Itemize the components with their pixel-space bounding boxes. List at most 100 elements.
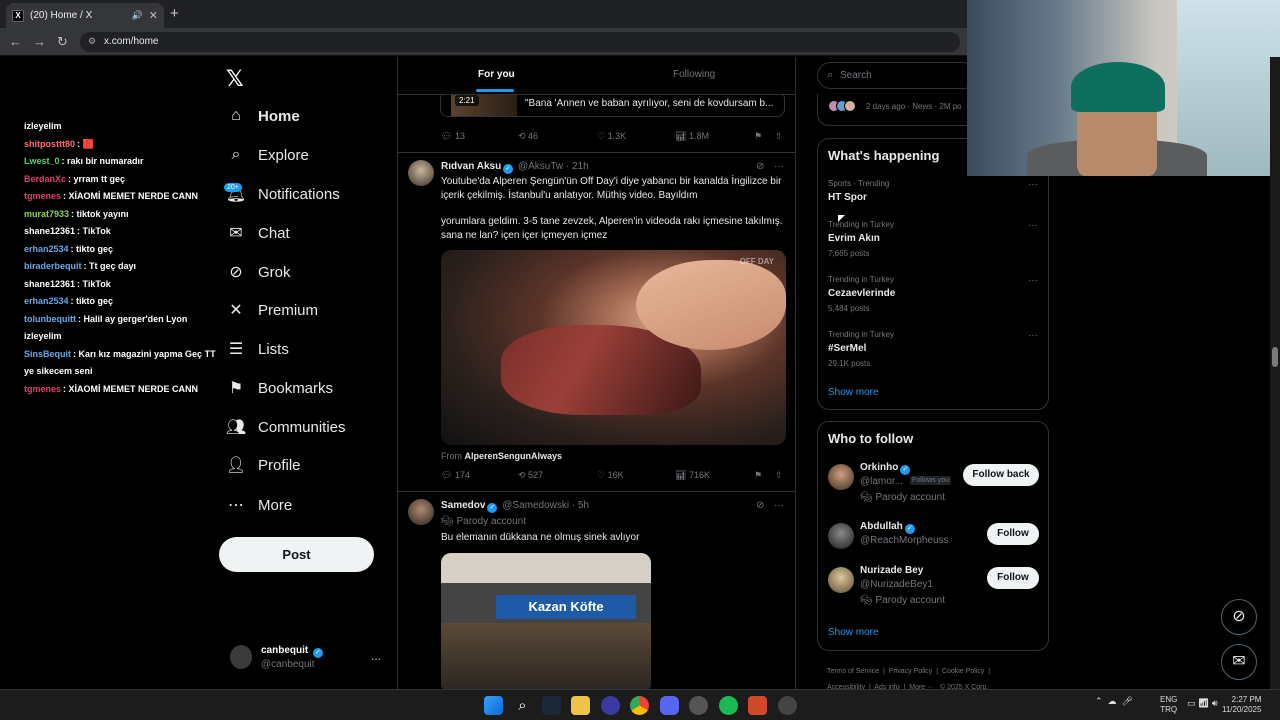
follow-suggestion[interactable]: Orkinho ✓ @lamor... Follows you 🎭︎ Parody… — [828, 462, 1043, 504]
views-button[interactable]: 📊︎ 1.8M — [675, 131, 709, 142]
nav-chat[interactable]: ✉ Chat — [226, 218, 289, 248]
language-indicator[interactable]: ENG TRQ — [1160, 695, 1177, 715]
speaker-icon[interactable]: 🔊 — [132, 10, 143, 21]
trend-item[interactable]: Trending in Turkey #SerMel 29.1K posts ·… — [828, 330, 1043, 374]
post-button[interactable]: Post — [219, 537, 374, 572]
follow-back-button[interactable]: Follow back — [963, 464, 1039, 486]
discord-icon[interactable] — [660, 696, 679, 715]
trend-more-icon[interactable]: ··· — [1028, 330, 1038, 341]
cookie-link[interactable]: Cookie Policy — [942, 668, 984, 675]
browser-tab[interactable]: X (20) Home / X 🔊 ✕ — [6, 3, 164, 28]
tray-icons[interactable]: ▭ 📶︎ 🔊︎ — [1187, 698, 1218, 709]
messages-float-button[interactable]: ✉ — [1221, 644, 1257, 680]
clock[interactable]: 2:27 PM 11/20/2025 — [1222, 695, 1261, 715]
reload-icon[interactable]: ↻ — [57, 34, 68, 50]
terms-link[interactable]: Terms of Service — [827, 668, 879, 675]
site-info-icon[interactable]: ⚙ — [88, 36, 96, 47]
trend-item[interactable]: Trending in Turkey Evrim Akın 7,665 post… — [828, 220, 1043, 264]
repost-button[interactable]: ⟲ 46 — [518, 131, 538, 142]
account-more-icon[interactable]: ... — [371, 649, 381, 663]
tweet-more-icon[interactable]: ··· — [774, 500, 784, 511]
search-icon[interactable]: ⌕ — [513, 696, 532, 715]
repost-button[interactable]: ⟲ 527 — [518, 470, 543, 481]
x-logo-icon[interactable]: 𝕏 — [226, 66, 244, 92]
tweet-image[interactable]: Kazan Köfte — [441, 553, 651, 689]
trend-more-icon[interactable]: ··· — [1028, 275, 1038, 286]
tweet-time[interactable]: · 5h — [572, 500, 589, 511]
video-source[interactable]: From AlperenSengunAlways — [441, 451, 562, 461]
obs-icon[interactable] — [748, 696, 767, 715]
new-tab-button[interactable]: + — [170, 5, 179, 22]
trend-item[interactable]: Sports · Trending HT Spor ··· — [828, 179, 1043, 223]
nav-more[interactable]: ⋯ More — [226, 490, 292, 520]
author-handle[interactable]: @Samedowski — [502, 500, 569, 511]
reply-button[interactable]: 💬︎ 13 — [441, 131, 465, 142]
grok-float-button[interactable]: ⊘ — [1221, 599, 1257, 635]
like-button[interactable]: ♡ 16K — [597, 470, 624, 481]
windows-start-icon[interactable] — [484, 696, 503, 715]
avatar[interactable] — [408, 160, 434, 186]
share-icon[interactable]: ⇧ — [775, 131, 783, 142]
privacy-link[interactable]: Privacy Policy — [889, 668, 933, 675]
show-more-link[interactable]: Show more — [828, 627, 879, 638]
trend-item[interactable]: Trending in Turkey Cezaevlerinde 5,484 p… — [828, 275, 1043, 319]
folder-icon[interactable] — [571, 696, 590, 715]
spotify-icon[interactable] — [719, 696, 738, 715]
url-text: x.com/home — [104, 36, 159, 47]
author-name[interactable]: Rıdvan Aksu — [441, 161, 501, 172]
follow-button[interactable]: Follow — [987, 567, 1039, 589]
system-tray[interactable]: ⌃ ☁ 🎤︎ — [1095, 696, 1133, 707]
share-icon[interactable]: ⇧ — [775, 470, 783, 481]
grok-icon[interactable]: ⊘ — [756, 500, 764, 511]
reply-button[interactable]: 💬︎ 174 — [441, 470, 470, 481]
nav-profile[interactable]: 👤︎ Profile — [226, 450, 301, 480]
chat-message: murat7933: tiktok yayını — [24, 206, 224, 224]
tweet-more-icon[interactable]: ··· — [774, 161, 784, 172]
tweet-text: yorumlara geldim. 3-5 tane zevzek, Alper… — [441, 216, 783, 241]
tweet-time[interactable]: · 21h — [566, 161, 589, 172]
nav-home[interactable]: ⌂ Home — [226, 101, 300, 131]
steam-icon[interactable] — [542, 696, 561, 715]
bookmark-icon[interactable]: ⚑ — [754, 131, 762, 142]
nav-grok[interactable]: ⊘ Grok — [226, 257, 290, 287]
follow-button[interactable]: Follow — [987, 523, 1039, 545]
follow-suggestion[interactable]: Abdullah ✓ @ReachMorpheuss Follow — [828, 521, 1043, 563]
nav-lists[interactable]: ☰ Lists — [226, 334, 289, 364]
bookmark-icon[interactable]: ⚑ — [754, 470, 762, 481]
author-handle[interactable]: @AksuTw — [518, 161, 563, 172]
forward-arrow-icon[interactable]: → — [33, 34, 46, 49]
nav-communities[interactable]: 👥︎ Communities — [226, 412, 346, 442]
account-switcher[interactable]: canbequit ✓ @canbequit ... — [230, 645, 390, 675]
tweet-video[interactable]: OFF DAY — [441, 250, 786, 445]
scrollbar[interactable] — [1270, 57, 1280, 689]
nav-premium[interactable]: ✕ Premium — [226, 295, 318, 325]
nav-notifications[interactable]: 🔔︎ Notifications — [226, 179, 340, 209]
nav-explore[interactable]: ⌕ Explore — [226, 140, 309, 170]
author-name[interactable]: Samedov — [441, 500, 485, 511]
back-arrow-icon[interactable]: ← — [9, 34, 22, 49]
app-icon[interactable] — [778, 696, 797, 715]
close-tab-icon[interactable]: ✕ — [149, 9, 158, 22]
scrollbar-thumb[interactable] — [1272, 347, 1278, 367]
nav-bookmarks[interactable]: ⚑ Bookmarks — [226, 373, 333, 403]
webcam-person-cap — [1071, 62, 1165, 112]
grok-icon[interactable]: ⊘ — [756, 161, 764, 172]
follow-suggestion[interactable]: Nurizade Bey @NurizadeBey1 🎭︎ Parody acc… — [828, 565, 1043, 607]
trend-context: Trending in Turkey — [828, 275, 894, 284]
trend-more-icon[interactable]: ··· — [1028, 220, 1038, 231]
show-more-link[interactable]: Show more — [828, 387, 879, 398]
trend-more-icon[interactable]: ··· — [1028, 179, 1038, 190]
views-button[interactable]: 📊︎ 716K — [675, 470, 710, 481]
app-icon[interactable] — [601, 696, 620, 715]
settings-icon[interactable] — [689, 696, 708, 715]
url-field[interactable]: ⚙ x.com/home — [80, 32, 960, 52]
search-input[interactable]: ⌕ Search — [817, 62, 977, 89]
notifications-badge: 20+ — [224, 183, 242, 192]
chrome-icon[interactable] — [630, 696, 649, 715]
tab-for-you[interactable]: For you — [478, 69, 515, 80]
tab-following[interactable]: Following — [673, 69, 715, 80]
webcam-overlay — [967, 0, 1280, 176]
trend-count: 5,484 posts — [828, 304, 870, 313]
like-button[interactable]: ♡ 1.3K — [597, 131, 626, 142]
avatar[interactable] — [408, 499, 434, 525]
